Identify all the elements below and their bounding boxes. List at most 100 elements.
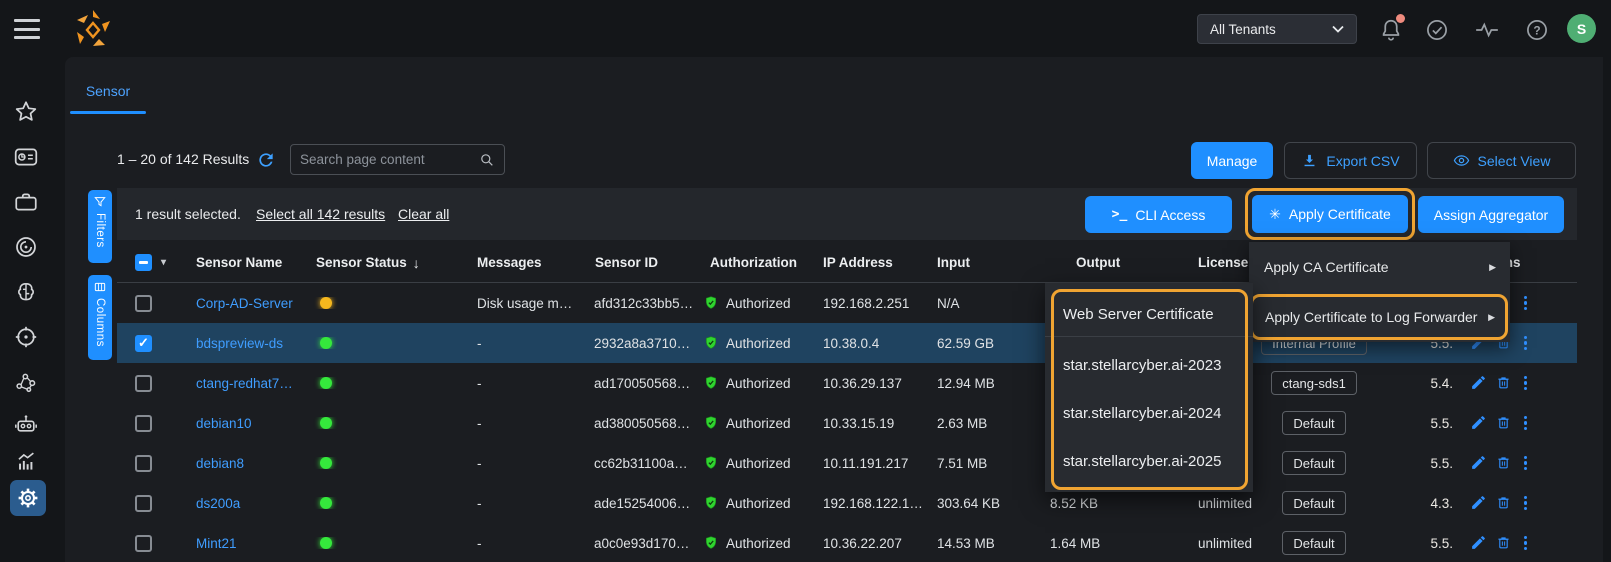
network-icon[interactable]: [13, 369, 43, 397]
selection-caret-icon[interactable]: ▾: [161, 257, 166, 268]
edit-pencil-icon[interactable]: [1470, 534, 1487, 551]
more-actions-icon[interactable]: [1520, 414, 1531, 433]
row-checkbox[interactable]: [135, 495, 152, 512]
edit-pencil-icon[interactable]: [1470, 414, 1487, 431]
col-messages[interactable]: Messages: [460, 255, 577, 270]
sensor-name-link[interactable]: ctang-redhat7…: [196, 376, 293, 391]
system-health-pulse-icon[interactable]: [1474, 17, 1500, 43]
col-authorization[interactable]: Authorization: [695, 255, 815, 270]
columns-tab[interactable]: Columns: [88, 275, 112, 360]
stellar-cyber-logo-icon[interactable]: [72, 8, 114, 52]
table-row[interactable]: debian8 - cc62b31100a… Authorized 10.11.…: [117, 443, 1577, 483]
menu-item-apply-ca-certificate[interactable]: Apply CA Certificate ▶: [1249, 242, 1510, 292]
sensor-name-link[interactable]: Mint21: [196, 536, 237, 551]
table-row[interactable]: ds200a - ade15254006… Authorized 192.168…: [117, 483, 1577, 523]
select-view-button[interactable]: Select View: [1427, 142, 1576, 179]
submenu-item-cert-2023[interactable]: star.stellarcyber.ai-2023: [1045, 341, 1253, 389]
user-avatar[interactable]: S: [1567, 14, 1596, 43]
briefcase-icon[interactable]: [13, 189, 43, 217]
row-checkbox[interactable]: [135, 415, 152, 432]
authorization-text: Authorized: [726, 336, 791, 351]
apply-certificate-button[interactable]: ✳ Apply Certificate: [1252, 195, 1408, 233]
submenu-item-cert-2025[interactable]: star.stellarcyber.ai-2025: [1045, 437, 1253, 485]
help-icon[interactable]: ?: [1524, 17, 1550, 43]
row-checkbox[interactable]: [135, 335, 152, 352]
refresh-icon[interactable]: [256, 150, 276, 170]
select-all-link[interactable]: Select all 142 results: [256, 206, 385, 222]
select-all-checkbox[interactable]: [135, 254, 152, 271]
authorization-cell: Authorized: [695, 415, 815, 431]
shield-icon: [703, 535, 719, 551]
dashboard-icon[interactable]: [13, 144, 43, 172]
manage-button[interactable]: Manage: [1191, 142, 1273, 179]
more-actions-icon[interactable]: [1520, 454, 1531, 473]
sensor-name-link[interactable]: debian10: [196, 416, 252, 431]
submenu-item-web-server-certificate[interactable]: Web Server Certificate: [1045, 296, 1253, 332]
edit-pencil-icon[interactable]: [1470, 454, 1487, 471]
profile-chip: ctang-sds1: [1271, 371, 1357, 395]
more-actions-icon[interactable]: [1520, 374, 1531, 393]
cli-access-button[interactable]: >_ CLI Access: [1085, 196, 1232, 233]
input-cell: 7.51 MB: [930, 456, 1040, 471]
filters-tab[interactable]: Filters: [88, 190, 112, 263]
row-checkbox[interactable]: [135, 295, 152, 312]
more-actions-icon[interactable]: [1520, 294, 1531, 313]
assign-aggregator-button[interactable]: Assign Aggregator: [1418, 196, 1564, 233]
star-icon[interactable]: [13, 99, 43, 127]
submenu-item-cert-2024[interactable]: star.stellarcyber.ai-2024: [1045, 389, 1253, 437]
messages-cell: Disk usage m…: [460, 296, 577, 311]
row-checkbox[interactable]: [135, 375, 152, 392]
notifications-bell-icon[interactable]: [1378, 17, 1404, 43]
sensor-name-link[interactable]: Corp-AD-Server: [196, 296, 293, 311]
table-row[interactable]: Mint21 - a0c0e93d170… Authorized 10.36.2…: [117, 523, 1577, 562]
delete-trash-icon[interactable]: [1495, 374, 1512, 391]
ip-address-cell: 10.11.191.217: [815, 456, 930, 471]
tenant-selector[interactable]: All Tenants: [1197, 14, 1357, 44]
authorization-cell: Authorized: [695, 535, 815, 551]
edit-pencil-icon[interactable]: [1470, 374, 1487, 391]
delete-trash-icon[interactable]: [1495, 534, 1512, 551]
sensor-name-link[interactable]: bdspreview-ds: [196, 336, 283, 351]
tasks-check-icon[interactable]: [1424, 17, 1450, 43]
col-sensor-status[interactable]: Sensor Status↓: [300, 255, 460, 271]
filter-icon: [94, 196, 106, 208]
col-output[interactable]: Output: [1040, 255, 1190, 270]
row-checkbox[interactable]: [135, 455, 152, 472]
delete-trash-icon[interactable]: [1495, 494, 1512, 511]
shield-icon: [703, 295, 719, 311]
col-input[interactable]: Input: [930, 255, 1040, 270]
col-license[interactable]: License: [1190, 255, 1258, 270]
apply-certificate-highlight: ✳ Apply Certificate: [1245, 188, 1415, 240]
more-actions-icon[interactable]: [1520, 494, 1531, 513]
col-sensor-id[interactable]: Sensor ID: [577, 255, 695, 270]
hamburger-menu-icon[interactable]: [14, 19, 40, 39]
col-sensor-name[interactable]: Sensor Name: [180, 255, 300, 270]
messages-cell: -: [460, 336, 577, 351]
radar-icon[interactable]: [13, 234, 43, 262]
export-csv-button[interactable]: Export CSV: [1284, 142, 1417, 179]
table-row[interactable]: ctang-redhat7… - ad170050568… Authorized…: [117, 363, 1577, 403]
settings-gear-icon[interactable]: [10, 480, 46, 516]
search-input[interactable]: [300, 152, 479, 167]
page: All Tenants ? S: [0, 0, 1611, 562]
row-checkbox[interactable]: [135, 535, 152, 552]
more-actions-icon[interactable]: [1520, 534, 1531, 553]
submenu-divider: [1045, 336, 1253, 337]
col-ip-address[interactable]: IP Address: [815, 255, 930, 270]
sensor-name-link[interactable]: debian8: [196, 456, 244, 471]
edit-pencil-icon[interactable]: [1470, 494, 1487, 511]
tab-sensor[interactable]: Sensor: [70, 70, 146, 111]
notification-dot: [1396, 14, 1405, 23]
menu-item-apply-certificate-to-log-forwarder[interactable]: Apply Certificate to Log Forwarder ▶: [1253, 309, 1505, 325]
robot-icon[interactable]: [13, 411, 43, 439]
delete-trash-icon[interactable]: [1495, 454, 1512, 471]
more-actions-icon[interactable]: [1520, 334, 1531, 353]
clear-all-link[interactable]: Clear all: [398, 206, 449, 222]
target-icon[interactable]: [13, 324, 43, 352]
chart-icon[interactable]: [13, 449, 43, 477]
brain-icon[interactable]: [13, 279, 43, 307]
table-row[interactable]: debian10 - ad380050568… Authorized 10.33…: [117, 403, 1577, 443]
search-icon[interactable]: [479, 152, 495, 168]
delete-trash-icon[interactable]: [1495, 414, 1512, 431]
sensor-name-link[interactable]: ds200a: [196, 496, 240, 511]
